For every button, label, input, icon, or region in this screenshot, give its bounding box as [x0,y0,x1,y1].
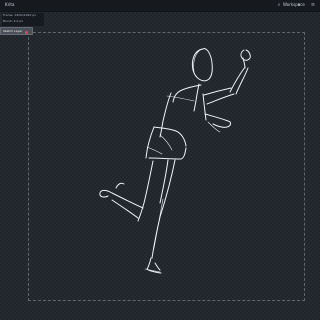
layer-toolbar: Sketch Layer [0,27,33,35]
canvas-info-panel: Frame: 1920x1920 px Brush: 4.0 px [2,13,44,26]
record-indicator [25,31,28,34]
brush-info: Brush: 4.0 px [3,19,24,23]
sketch-drawing [99,48,251,274]
frame-info: Frame: 1920x1920 px [3,13,36,17]
app-window: Krita ⌕ Workspace ▾ ≡ Frame: 1920x1920 p… [0,0,320,320]
